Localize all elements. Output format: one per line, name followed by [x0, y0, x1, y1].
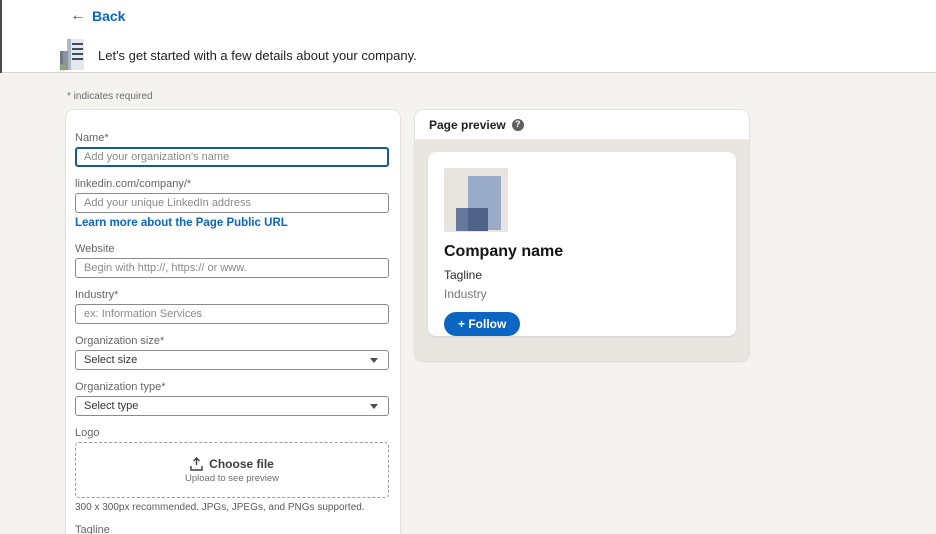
- preview-body: Company name Tagline Industry + Follow: [415, 140, 749, 361]
- preview-company-name: Company name: [444, 243, 564, 260]
- chevron-down-icon: [370, 403, 378, 409]
- linkedin-url-field: linkedin.com/company/*: [75, 178, 389, 213]
- logo-helper-text: 300 x 300px recommended. JPGs, JPEGs, an…: [75, 502, 365, 513]
- preview-title: Page preview: [429, 117, 506, 132]
- industry-input[interactable]: [75, 304, 389, 324]
- organization-size-select[interactable]: Select size: [75, 350, 389, 370]
- preview-industry: Industry: [444, 287, 487, 301]
- organization-type-label: Organization type*: [75, 381, 166, 393]
- page-title: Let's get started with a few details abo…: [98, 47, 417, 63]
- organization-type-field: Organization type* Select type: [75, 381, 389, 416]
- logo-label: Logo: [75, 427, 100, 439]
- back-label: Back: [92, 8, 126, 24]
- name-field: Name*: [75, 132, 389, 167]
- industry-label: Industry*: [75, 289, 119, 301]
- choose-file-button[interactable]: Choose file: [209, 457, 274, 471]
- name-input[interactable]: [75, 147, 389, 167]
- required-note: * indicates required: [67, 91, 153, 102]
- website-label: Website: [75, 243, 115, 255]
- name-label: Name*: [75, 132, 109, 144]
- chevron-down-icon: [370, 357, 378, 363]
- preview-header: Page preview ?: [415, 110, 749, 140]
- tagline-label: Tagline: [75, 524, 110, 534]
- help-icon[interactable]: ?: [511, 118, 524, 131]
- company-logo-placeholder: [444, 168, 508, 232]
- linkedin-url-input[interactable]: [75, 193, 389, 213]
- organization-size-label: Organization size*: [75, 335, 165, 347]
- company-details-form: Name* linkedin.com/company/* Learn more …: [66, 110, 400, 534]
- organization-type-select[interactable]: Select type: [75, 396, 389, 416]
- back-arrow-icon: ←: [70, 7, 86, 24]
- industry-field: Industry*: [75, 289, 389, 324]
- top-header: ← Back Let's get started with a few deta…: [0, 0, 936, 73]
- company-preview-card: Company name Tagline Industry + Follow: [428, 152, 736, 336]
- logo-shape-overlap: [468, 208, 488, 231]
- tagline-field: Tagline: [75, 524, 389, 534]
- upload-hint: Upload to see preview: [185, 472, 279, 484]
- website-field: Website: [75, 243, 389, 278]
- back-button[interactable]: ← Back: [70, 7, 126, 25]
- logo-upload-dropzone[interactable]: Choose file Upload to see preview: [75, 442, 389, 498]
- company-building-icon: [59, 39, 84, 71]
- page-preview-panel: Page preview ? Company name Tagline Indu…: [415, 110, 749, 361]
- logo-field: Logo Choose file Upload to see preview 3…: [75, 427, 389, 513]
- upload-icon: [190, 456, 203, 471]
- organization-size-field: Organization size* Select size: [75, 335, 389, 370]
- website-input[interactable]: [75, 258, 389, 278]
- preview-tagline: Tagline: [444, 268, 483, 282]
- organization-size-value: Select size: [84, 354, 138, 366]
- header-row: Let's get started with a few details abo…: [58, 38, 417, 72]
- public-url-link[interactable]: Learn more about the Page Public URL: [75, 217, 288, 229]
- linkedin-url-label: linkedin.com/company/*: [75, 178, 192, 190]
- follow-button[interactable]: + Follow: [444, 312, 521, 336]
- window-edge: [0, 0, 2, 73]
- organization-type-value: Select type: [84, 400, 139, 412]
